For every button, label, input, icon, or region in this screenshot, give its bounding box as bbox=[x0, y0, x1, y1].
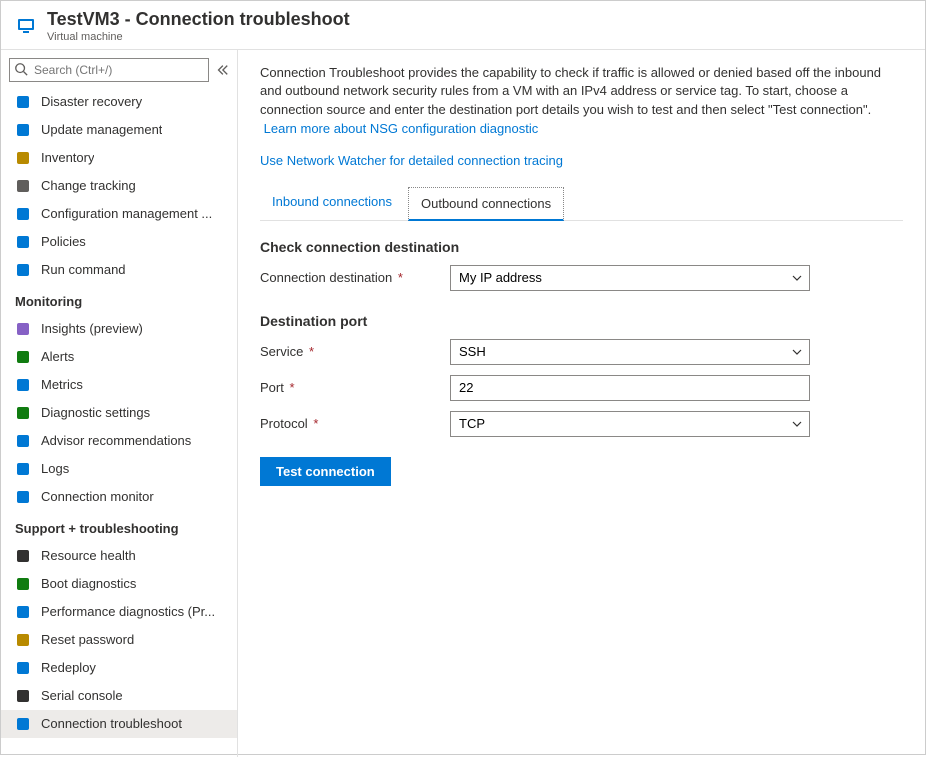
sidebar-monitoring-item[interactable]: Connection monitor bbox=[1, 483, 237, 511]
nav-item-label: Connection monitor bbox=[41, 489, 154, 504]
sidebar-support-item[interactable]: Performance diagnostics (Pr... bbox=[1, 598, 237, 626]
description-body: Connection Troubleshoot provides the cap… bbox=[260, 65, 881, 118]
collapse-sidebar-button[interactable] bbox=[215, 63, 229, 77]
network-watcher-link[interactable]: Use Network Watcher for detailed connect… bbox=[260, 153, 563, 168]
nav-group-support-title: Support + troubleshooting bbox=[1, 511, 237, 542]
protocol-select[interactable]: TCP bbox=[450, 411, 810, 437]
nav-group-support: Resource health Boot diagnostics Performan… bbox=[1, 542, 237, 738]
connection-destination-label: Connection destination * bbox=[260, 270, 450, 285]
nav-item-label: Resource health bbox=[41, 548, 136, 563]
nav-item-icon bbox=[15, 321, 31, 337]
nav-item-label: Inventory bbox=[41, 150, 94, 165]
sidebar-operations-item[interactable]: Change tracking bbox=[1, 172, 237, 200]
sidebar-monitoring-item[interactable]: Logs bbox=[1, 455, 237, 483]
protocol-label: Protocol * bbox=[260, 416, 450, 431]
tab-inbound[interactable]: Inbound connections bbox=[260, 186, 404, 220]
port-label: Port * bbox=[260, 380, 450, 395]
sidebar-operations-item[interactable]: Update management bbox=[1, 116, 237, 144]
sidebar-support-item[interactable]: Connection troubleshoot bbox=[1, 710, 237, 738]
nav-item-label: Alerts bbox=[41, 349, 74, 364]
service-select[interactable]: SSH bbox=[450, 339, 810, 365]
nav-item-label: Advisor recommendations bbox=[41, 433, 191, 448]
nav-item-icon bbox=[15, 405, 31, 421]
learn-more-link[interactable]: Learn more about NSG configuration diagn… bbox=[264, 121, 539, 136]
nav-item-icon bbox=[15, 234, 31, 250]
nav-item-label: Logs bbox=[41, 461, 69, 476]
nav-item-label: Diagnostic settings bbox=[41, 405, 150, 420]
nav-item-label: Serial console bbox=[41, 688, 123, 703]
search-icon bbox=[14, 62, 28, 76]
search-input[interactable] bbox=[9, 58, 209, 82]
sidebar-monitoring-item[interactable]: Advisor recommendations bbox=[1, 427, 237, 455]
nav-item-icon bbox=[15, 206, 31, 222]
nav-item-label: Configuration management ... bbox=[41, 206, 212, 221]
vm-icon bbox=[15, 15, 37, 37]
nav-item-icon bbox=[15, 660, 31, 676]
nav-item-icon bbox=[15, 716, 31, 732]
nav-group-operations: Disaster recovery Update management Invent… bbox=[1, 88, 237, 284]
sidebar-operations-item[interactable]: Configuration management ... bbox=[1, 200, 237, 228]
service-label: Service * bbox=[260, 344, 450, 359]
nav-item-label: Update management bbox=[41, 122, 162, 137]
sidebar-monitoring-item[interactable]: Insights (preview) bbox=[1, 315, 237, 343]
page-title: TestVM3 - Connection troubleshoot bbox=[47, 9, 350, 31]
sidebar: Disaster recovery Update management Invent… bbox=[1, 50, 238, 757]
tab-outbound[interactable]: Outbound connections bbox=[408, 187, 564, 221]
nav-item-icon bbox=[15, 688, 31, 704]
page-subtitle: Virtual machine bbox=[47, 31, 350, 43]
nav-group-monitoring: Insights (preview) Alerts Metrics Diagnosti… bbox=[1, 315, 237, 511]
nav-item-icon bbox=[15, 576, 31, 592]
sidebar-support-item[interactable]: Resource health bbox=[1, 542, 237, 570]
nav-item-icon bbox=[15, 150, 31, 166]
search-box[interactable] bbox=[9, 58, 209, 82]
nav-item-icon bbox=[15, 461, 31, 477]
nav-item-label: Redeploy bbox=[41, 660, 96, 675]
nav-item-icon bbox=[15, 178, 31, 194]
sidebar-monitoring-item[interactable]: Metrics bbox=[1, 371, 237, 399]
sidebar-operations-item[interactable]: Policies bbox=[1, 228, 237, 256]
nav-item-icon bbox=[15, 632, 31, 648]
nav-item-label: Connection troubleshoot bbox=[41, 716, 182, 731]
sidebar-support-item[interactable]: Redeploy bbox=[1, 654, 237, 682]
sidebar-nav[interactable]: Disaster recovery Update management Invent… bbox=[1, 88, 237, 757]
nav-item-label: Boot diagnostics bbox=[41, 576, 136, 591]
port-input[interactable] bbox=[450, 375, 810, 401]
description-text: Connection Troubleshoot provides the cap… bbox=[260, 64, 903, 139]
section-port-title: Destination port bbox=[260, 313, 903, 329]
nav-item-icon bbox=[15, 377, 31, 393]
nav-item-icon bbox=[15, 548, 31, 564]
nav-item-label: Run command bbox=[41, 262, 126, 277]
nav-item-label: Change tracking bbox=[41, 178, 136, 193]
nav-item-icon bbox=[15, 349, 31, 365]
sidebar-operations-item[interactable]: Run command bbox=[1, 256, 237, 284]
nav-item-label: Performance diagnostics (Pr... bbox=[41, 604, 215, 619]
sidebar-operations-item[interactable]: Inventory bbox=[1, 144, 237, 172]
sidebar-monitoring-item[interactable]: Diagnostic settings bbox=[1, 399, 237, 427]
nav-item-icon bbox=[15, 94, 31, 110]
main-panel: Connection Troubleshoot provides the cap… bbox=[238, 50, 925, 757]
nav-item-label: Disaster recovery bbox=[41, 94, 142, 109]
sidebar-operations-item[interactable]: Disaster recovery bbox=[1, 88, 237, 116]
nav-item-label: Reset password bbox=[41, 632, 134, 647]
nav-item-label: Policies bbox=[41, 234, 86, 249]
nav-item-icon bbox=[15, 262, 31, 278]
tabs: Inbound connections Outbound connections bbox=[260, 186, 903, 221]
sidebar-support-item[interactable]: Reset password bbox=[1, 626, 237, 654]
connection-destination-select[interactable]: My IP address bbox=[450, 265, 810, 291]
sidebar-support-item[interactable]: Serial console bbox=[1, 682, 237, 710]
header: TestVM3 - Connection troubleshoot Virtua… bbox=[1, 1, 925, 50]
nav-item-label: Insights (preview) bbox=[41, 321, 143, 336]
nav-item-icon bbox=[15, 433, 31, 449]
nav-item-icon bbox=[15, 604, 31, 620]
nav-item-icon bbox=[15, 489, 31, 505]
sidebar-monitoring-item[interactable]: Alerts bbox=[1, 343, 237, 371]
sidebar-support-item[interactable]: Boot diagnostics bbox=[1, 570, 237, 598]
test-connection-button[interactable]: Test connection bbox=[260, 457, 391, 486]
nav-item-label: Metrics bbox=[41, 377, 83, 392]
section-destination-title: Check connection destination bbox=[260, 239, 903, 255]
nav-item-icon bbox=[15, 122, 31, 138]
nav-group-monitoring-title: Monitoring bbox=[1, 284, 237, 315]
